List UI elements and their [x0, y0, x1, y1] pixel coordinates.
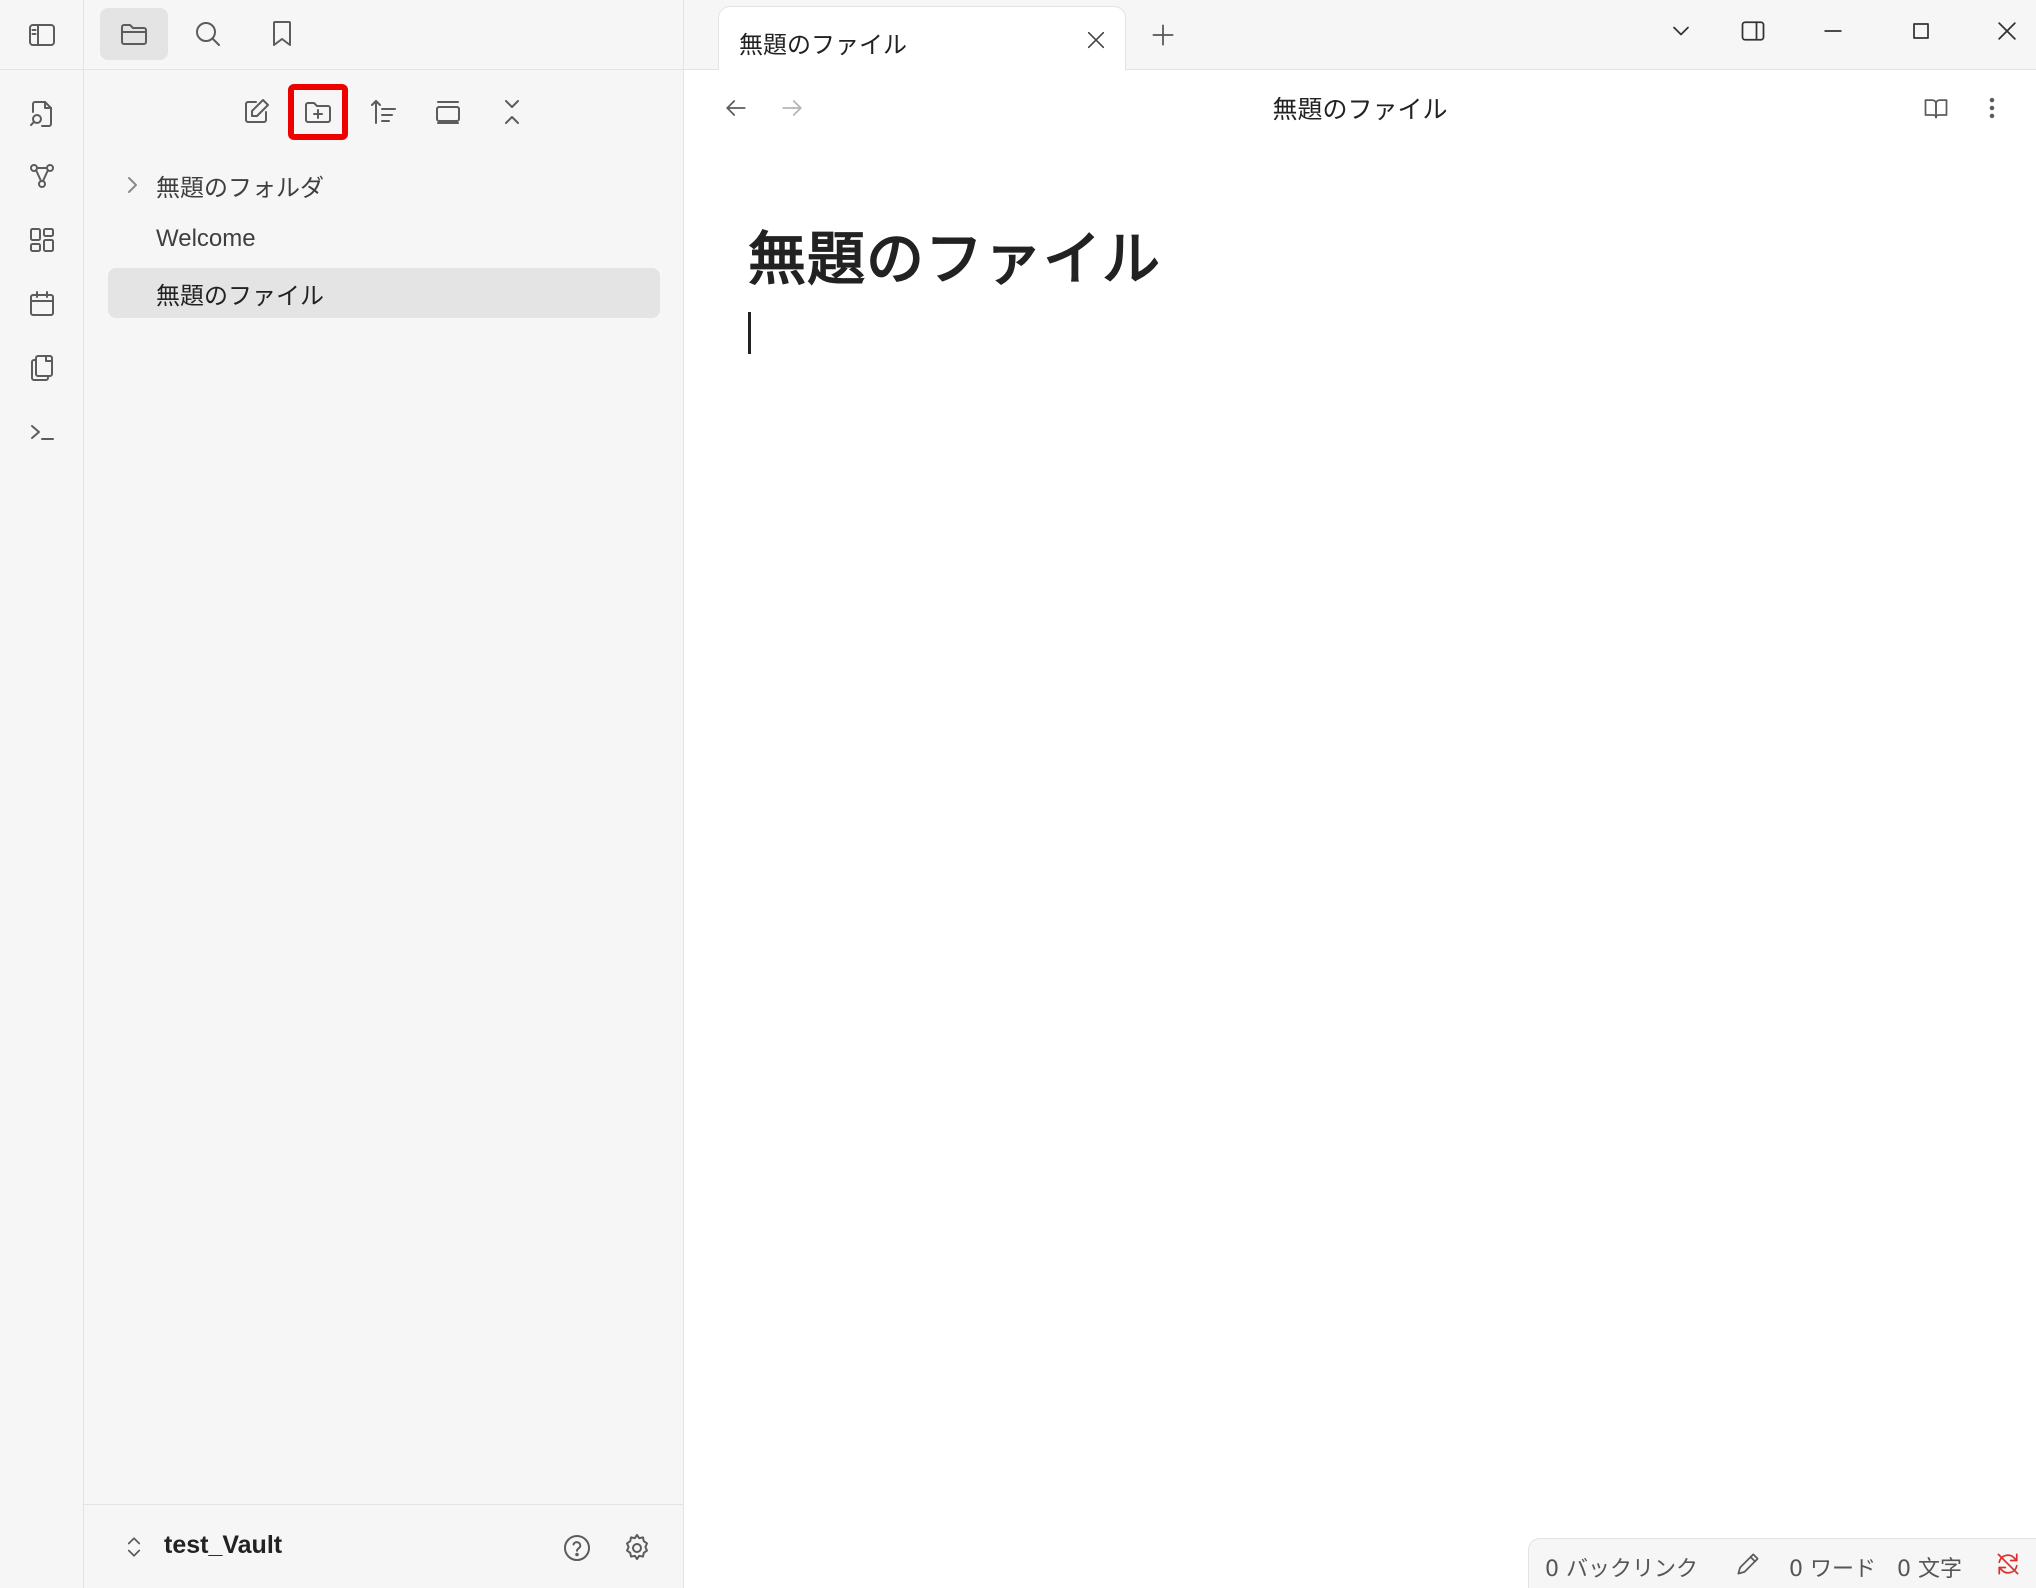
left-ribbon — [0, 0, 84, 1588]
minimize-icon[interactable] — [1806, 8, 1860, 54]
word-count: 0 ワード — [1789, 1557, 1876, 1582]
chevron-down-icon[interactable] — [1654, 8, 1708, 54]
tab-title: 無題のファイル — [739, 31, 907, 59]
sync-error-icon[interactable] — [1991, 1547, 2025, 1581]
quick-switcher-icon[interactable] — [14, 86, 70, 142]
tree-file-active[interactable]: 無題のファイル — [108, 268, 660, 318]
pencil-icon[interactable] — [1731, 1547, 1765, 1581]
file-tree: 無題のフォルダ Welcome 無題のファイル — [108, 160, 660, 322]
tree-file-label: Welcome — [156, 225, 256, 252]
templates-icon[interactable] — [14, 340, 70, 396]
window-close-icon[interactable] — [1980, 8, 2034, 54]
vault-name[interactable]: test_Vault — [164, 1531, 282, 1560]
view-header: 無題のファイル — [684, 70, 2036, 146]
tree-file-label: 無題のファイル — [156, 281, 324, 310]
toggle-right-sidebar-icon[interactable] — [1726, 8, 1780, 54]
view-title[interactable]: 無題のファイル — [684, 90, 2036, 126]
backlinks-count[interactable]: 0 バックリンク — [1545, 1551, 1698, 1583]
status-bar: 0 バックリンク 0 ワード 0 文字 — [1528, 1538, 2036, 1588]
gear-icon[interactable] — [614, 1525, 660, 1571]
chevron-right-icon[interactable] — [120, 173, 144, 197]
char-count: 0 文字 — [1897, 1557, 1962, 1582]
sort-order-icon[interactable] — [354, 84, 414, 140]
reading-view-icon[interactable] — [1914, 86, 1958, 130]
vault-bar: test_Vault — [84, 1504, 684, 1588]
new-note-icon[interactable] — [226, 84, 286, 140]
inline-title[interactable]: 無題のファイル — [748, 212, 1161, 296]
maximize-icon[interactable] — [1894, 8, 1948, 54]
more-options-icon[interactable] — [1970, 86, 2014, 130]
command-palette-icon[interactable] — [14, 404, 70, 460]
files-tab-icon[interactable] — [100, 8, 168, 60]
bookmark-icon[interactable] — [248, 8, 316, 60]
ribbon-top — [0, 0, 84, 70]
plus-icon[interactable] — [1140, 12, 1186, 58]
collapse-all-icon[interactable] — [482, 84, 542, 140]
canvas-icon[interactable] — [14, 212, 70, 268]
graph-view-icon[interactable] — [14, 148, 70, 204]
help-icon[interactable] — [554, 1525, 600, 1571]
file-explorer-sidebar: 無題のフォルダ Welcome 無題のファイル test_Vault — [84, 0, 684, 1588]
chevrons-up-down-icon[interactable] — [114, 1525, 154, 1569]
tree-file[interactable]: Welcome — [108, 214, 660, 264]
close-icon[interactable] — [1077, 21, 1115, 59]
search-icon[interactable] — [174, 8, 242, 60]
file-nav-toolbar — [84, 80, 684, 146]
tab-bar: 無題のファイル — [684, 0, 2036, 71]
editor-area[interactable]: 無題のファイル — [684, 146, 2036, 1526]
tab-untitled[interactable]: 無題のファイル — [718, 6, 1126, 71]
toggle-sidebar-icon[interactable] — [14, 7, 70, 63]
sidebar-tab-header — [84, 0, 684, 70]
tree-folder-label: 無題のフォルダ — [156, 173, 324, 202]
new-folder-icon[interactable] — [288, 84, 348, 140]
text-caret — [748, 312, 751, 354]
tree-folder[interactable]: 無題のフォルダ — [108, 160, 660, 210]
calendar-icon[interactable] — [14, 276, 70, 332]
auto-reveal-icon[interactable] — [418, 84, 478, 140]
